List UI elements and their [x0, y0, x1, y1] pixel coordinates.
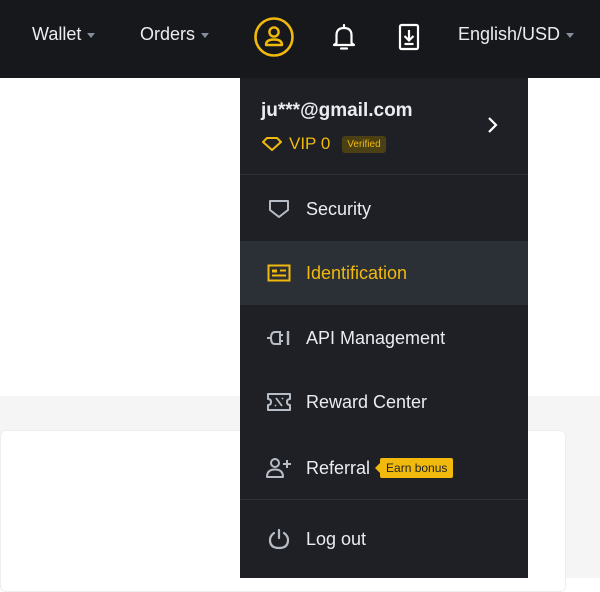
notifications-button[interactable] [330, 21, 358, 53]
vip-level: VIP 0 [289, 134, 331, 153]
language-currency-selector[interactable]: English/USD [458, 24, 575, 45]
menu-item-reward-center[interactable]: Reward Center [240, 370, 528, 434]
shield-icon [265, 197, 293, 221]
caret-down-icon [566, 33, 575, 38]
download-button[interactable] [397, 21, 421, 53]
orders-label: Orders [140, 24, 196, 44]
caret-down-icon [87, 33, 96, 38]
wallet-label: Wallet [32, 24, 82, 44]
ticket-icon [265, 390, 293, 414]
top-navigation-bar: Wallet Orders English/USD [0, 0, 600, 78]
chevron-right-icon [488, 117, 498, 133]
orders-menu[interactable]: Orders [140, 24, 210, 45]
add-user-icon [265, 456, 293, 480]
wallet-menu[interactable]: Wallet [32, 24, 96, 45]
earn-bonus-badge: Earn bonus [375, 458, 454, 478]
id-card-icon [265, 261, 293, 285]
menu-item-log-out[interactable]: Log out [240, 507, 528, 571]
menu-item-security[interactable]: Security [240, 177, 528, 241]
language-label: English/USD [458, 24, 561, 44]
diamond-icon [262, 137, 282, 151]
menu-label: Referral [306, 457, 371, 478]
profile-button[interactable] [253, 16, 295, 58]
menu-item-referral[interactable]: Referral Earn bonus [240, 436, 528, 500]
menu-item-api-management[interactable]: API Management [240, 306, 528, 370]
account-dropdown: ju***@gmail.com VIP 0 Verified Security [240, 78, 528, 578]
menu-label: API Management [306, 327, 446, 348]
bell-icon [332, 23, 356, 50]
divider [240, 174, 528, 175]
profile-summary[interactable]: ju***@gmail.com VIP 0 Verified [240, 78, 528, 174]
download-icon [398, 23, 420, 51]
vip-row: VIP 0 Verified [261, 134, 386, 154]
menu-label: Reward Center [306, 391, 428, 412]
menu-label: Log out [306, 528, 367, 549]
power-icon [265, 527, 293, 551]
user-circle-icon [254, 17, 294, 57]
api-plug-icon [265, 326, 293, 350]
menu-label: Security [306, 198, 372, 219]
divider [240, 499, 528, 500]
verified-badge: Verified [342, 135, 386, 153]
menu-label: Identification [306, 262, 408, 283]
caret-down-icon [201, 33, 210, 38]
menu-item-identification[interactable]: Identification [240, 241, 528, 305]
account-email: ju***@gmail.com [261, 100, 413, 121]
